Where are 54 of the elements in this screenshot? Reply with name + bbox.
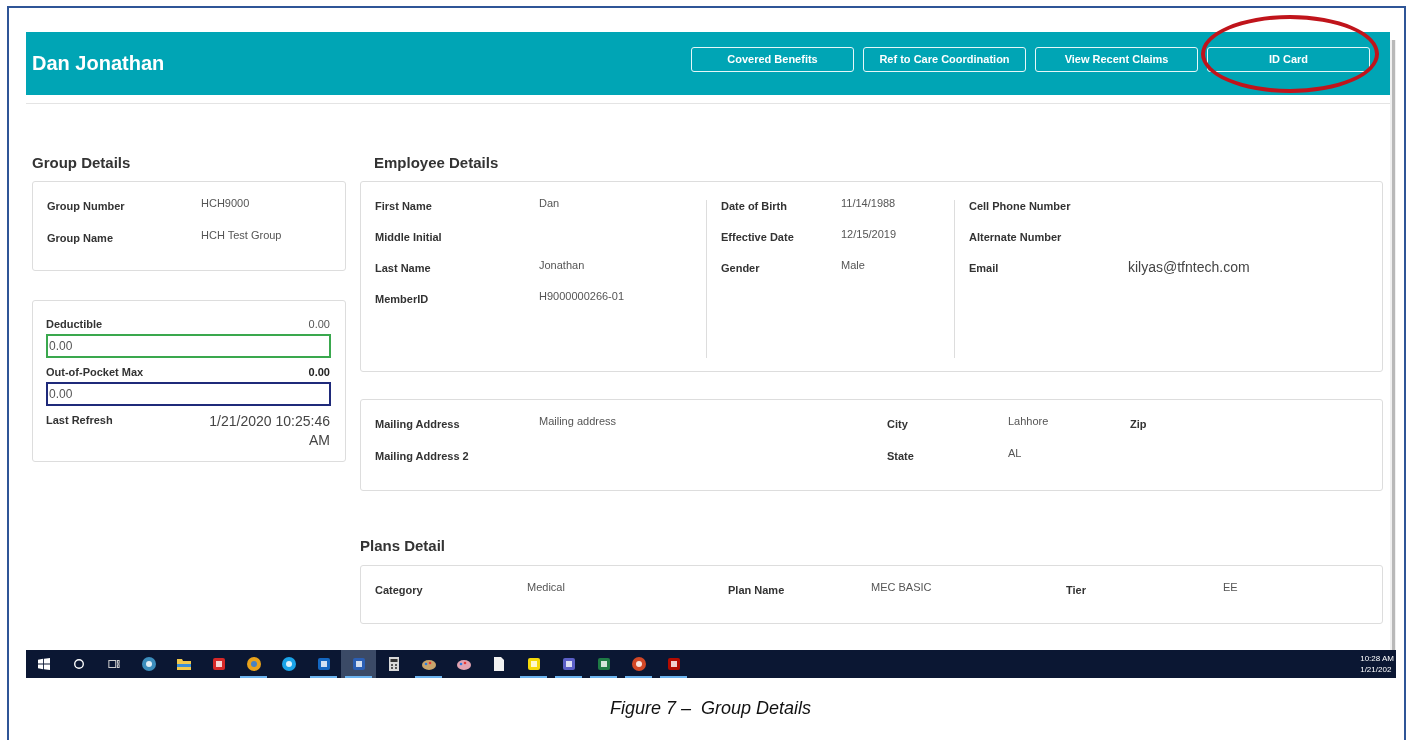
header-button[interactable]: ID Card (1207, 46, 1370, 72)
member-name: Dan Jonathan (32, 52, 165, 75)
field-label: Alternate Number (969, 231, 1063, 243)
field-label: Zip (1130, 418, 1147, 430)
field-label: Cell Phone Number (969, 200, 1072, 212)
amount-field[interactable]: 0.00 (46, 334, 331, 358)
field-value: Lahhore (1008, 415, 1049, 427)
field-label: First Name (375, 200, 433, 212)
field-label: Mailing Address (375, 418, 461, 430)
field-value: Dan (539, 197, 560, 209)
clock-date: 1/21/202 (1360, 664, 1393, 675)
header-button[interactable]: Ref to Care Coordination (863, 46, 1026, 72)
field-label: Date of Birth (721, 200, 788, 212)
field-label: Last Refresh (46, 414, 113, 426)
field-label: Out-of-Pocket Max (46, 366, 144, 378)
field-value: MEC BASIC (871, 581, 932, 593)
field-label: Deductible (46, 318, 103, 330)
field-label: Tier (1066, 584, 1087, 596)
field-value: Mailing address (539, 415, 617, 427)
field-value: HCH Test Group (201, 229, 282, 241)
field-label: Middle Initial (375, 231, 443, 243)
field-label: Group Name (47, 232, 114, 244)
section-heading: Group Details (32, 154, 132, 173)
field-label: Last Name (375, 262, 432, 274)
field-value: Medical (527, 581, 565, 593)
field-label: Group Number (47, 200, 126, 212)
field-label: State (887, 450, 915, 462)
field-label: Category (375, 584, 424, 596)
field-value: HCH9000 (201, 197, 250, 209)
clock-time: 10:28 AM (1360, 653, 1394, 664)
header-button[interactable]: View Recent Claims (1035, 46, 1198, 72)
field-label: Effective Date (721, 231, 795, 243)
field-label: City (887, 418, 909, 430)
field-value: H9000000266-01 (539, 290, 625, 302)
section-heading: Plans Detail (360, 537, 447, 556)
field-value: 12/15/2019 (841, 228, 897, 240)
field-label: Mailing Address 2 (375, 450, 470, 462)
field-value: 11/14/1988 (841, 197, 896, 209)
field-value: AL (1008, 447, 1022, 459)
amount-field[interactable]: 0.00 (46, 382, 331, 406)
section-heading: Employee Details (373, 154, 500, 173)
field-value: EE (1223, 581, 1238, 593)
field-value: 0.00 (308, 318, 330, 330)
field-value: 1/21/2020 10:25:46 AM (208, 412, 330, 450)
header-button[interactable]: Covered Benefits (691, 46, 854, 72)
field-label: MemberID (375, 293, 430, 305)
field-value: Jonathan (539, 259, 585, 271)
field-value: Male (841, 259, 865, 271)
field-label: Plan Name (728, 584, 786, 596)
figure-caption: Figure 7 – Group Details (608, 698, 813, 719)
field-label: Email (969, 262, 1000, 274)
field-value: 0.00 (308, 366, 330, 378)
field-value: kilyas@tfntech.com (1128, 259, 1250, 275)
field-label: Gender (721, 262, 761, 274)
